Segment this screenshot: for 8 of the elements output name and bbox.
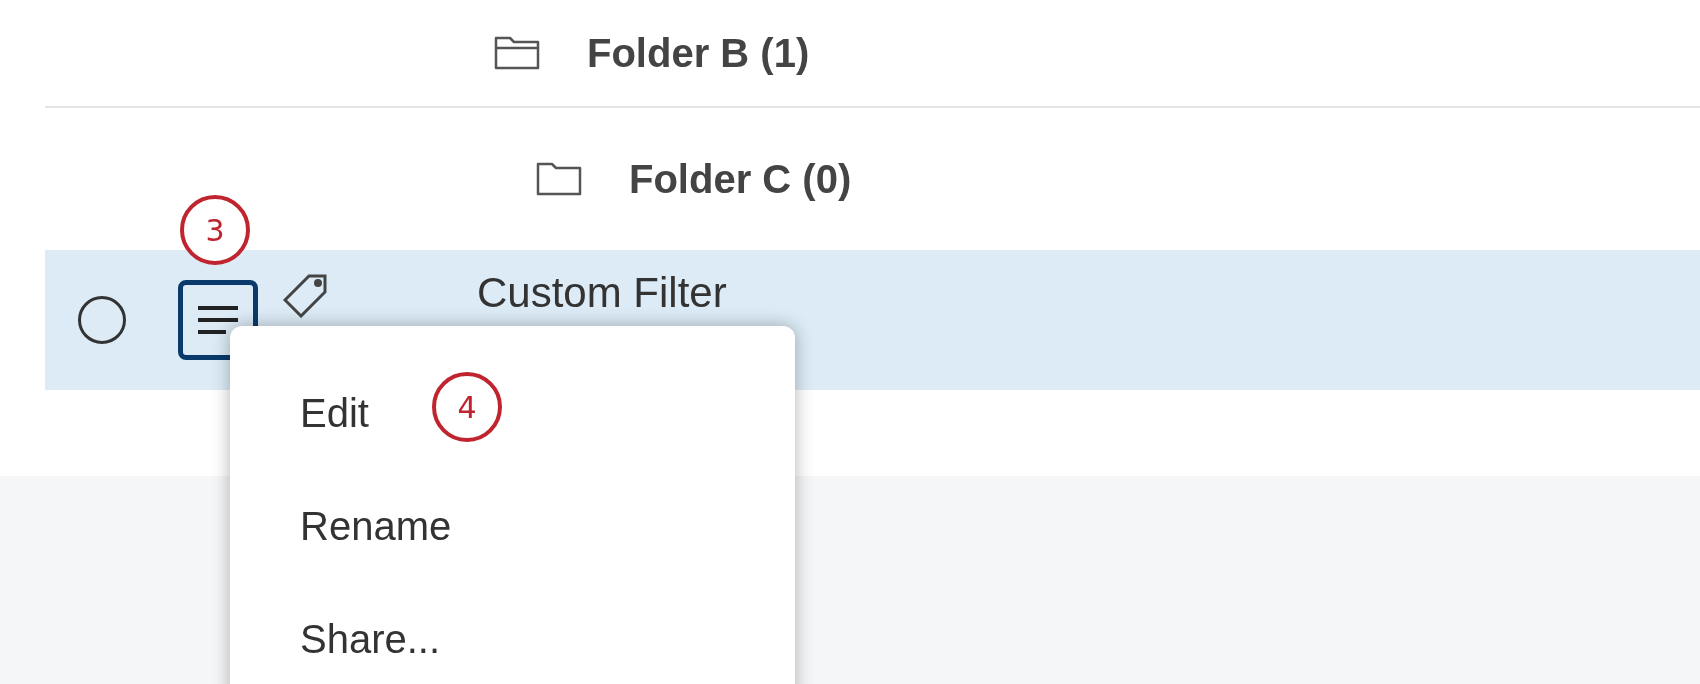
- menu-item[interactable]: Share...: [230, 582, 461, 684]
- radio-button[interactable]: [78, 296, 126, 344]
- filter-name: Custom Filter: [477, 272, 727, 314]
- menu-item[interactable]: Rename: [230, 469, 472, 582]
- folder-name[interactable]: Folder C (0): [629, 149, 852, 209]
- tag-icon: [283, 274, 327, 318]
- folder-name[interactable]: Folder B (1): [587, 23, 810, 83]
- callout-number: 3: [180, 195, 250, 265]
